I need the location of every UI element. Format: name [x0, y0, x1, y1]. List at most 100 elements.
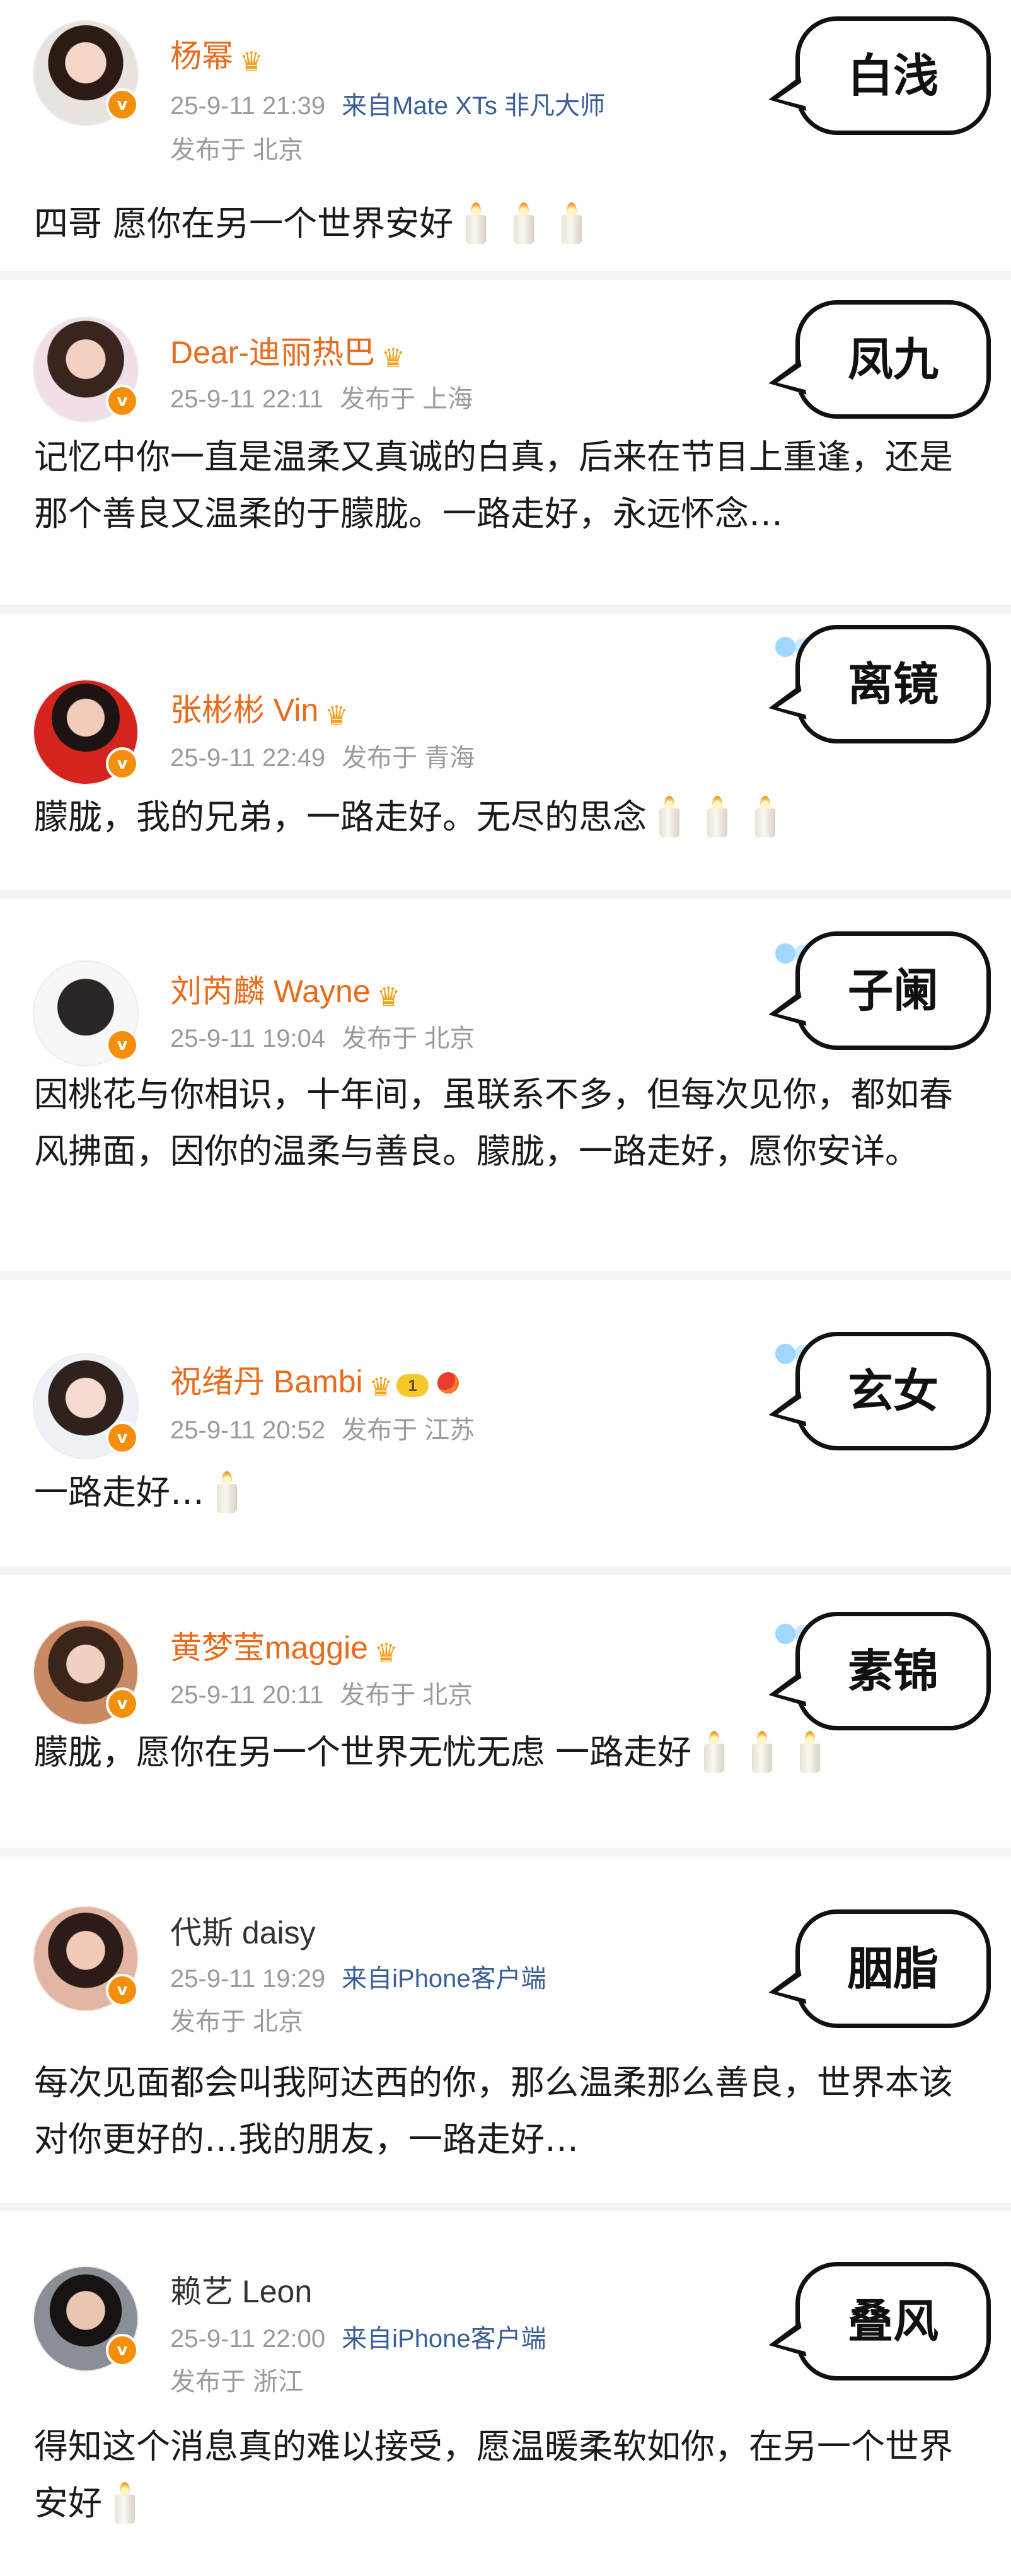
verified-badge-icon: v — [106, 747, 139, 780]
post-meta: 25-9-11 21:39 来自Mate XTs 非凡大师 — [170, 90, 605, 122]
comment-card: v 祝绪丹 Bambi ♛ 1 25-9-11 20:52 发布于 江苏 一路走好… 玄女 — [0, 1271, 1011, 1566]
author-name[interactable]: 黄梦莹maggie ♛ — [170, 1628, 398, 1673]
author-name[interactable]: 杨幂 ♛ — [170, 37, 263, 81]
candle-wax — [514, 215, 534, 244]
verified-badge-icon: v — [106, 1421, 139, 1454]
post-meta: 25-9-11 22:49 发布于 青海 — [170, 742, 475, 774]
author-name[interactable]: 代斯 daisy — [170, 1913, 316, 1952]
candle-wax — [800, 1744, 821, 1773]
comment-text-body: 四哥 愿你在另一个世界安好 — [34, 204, 454, 243]
verified-badge-icon: v — [106, 1029, 139, 1061]
vip-crown-icon: ♛ — [374, 1638, 398, 1668]
post-datetime: 25-9-11 22:00 — [170, 2325, 326, 2353]
candle-emoji-icon — [796, 1731, 824, 1773]
avatar[interactable]: v — [34, 1907, 139, 2010]
candle-emoji-icon — [510, 202, 538, 244]
author-name[interactable]: 刘芮麟 Wayne ♛ — [170, 972, 400, 1017]
verified-badge-icon: v — [106, 1687, 139, 1720]
candle-emoji-icon — [213, 1471, 241, 1513]
verified-badge-icon: v — [106, 2334, 139, 2367]
role-speech-bubble: 离镜 — [795, 625, 991, 743]
avatar[interactable]: v — [34, 962, 139, 1065]
author-name[interactable]: 赖艺 Leon — [170, 2272, 312, 2311]
author-name[interactable]: 祝绪丹 Bambi ♛ 1 — [170, 1362, 459, 1407]
comment-text-body: 朦胧，我的兄弟，一路走好。无尽的思念 — [34, 797, 647, 837]
vip-crown-icon: ♛ — [369, 1372, 393, 1402]
avatar[interactable]: v — [34, 1355, 139, 1458]
candle-wax — [659, 808, 679, 837]
avatar[interactable]: v — [34, 680, 139, 784]
comment-text-body: 朦胧，愿你在另一个世界无忧无虑 一路走好 — [34, 1732, 692, 1772]
post-datetime: 25-9-11 22:11 — [170, 385, 324, 413]
candle-emoji-icon — [656, 796, 683, 837]
post-source[interactable]: 来自Mate XTs 非凡大师 — [342, 92, 605, 120]
candle-wax — [115, 2495, 135, 2524]
candle-wax — [217, 1484, 237, 1513]
verified-badge-icon: v — [106, 88, 139, 121]
author-name-text[interactable]: 刘芮麟 Wayne — [170, 974, 371, 1009]
author-name-text[interactable]: 黄梦莹maggie — [170, 1630, 368, 1665]
avatar[interactable]: v — [34, 2267, 139, 2370]
role-speech-bubble: 玄女 — [795, 1332, 991, 1450]
post-location: 发布于 青海 — [342, 744, 475, 772]
comment-feed: v 杨幂 ♛ 25-9-11 21:39 来自Mate XTs 非凡大师 发布于 北京 四哥… — [0, 0, 1011, 2576]
role-speech-bubble: 子阑 — [795, 931, 991, 1050]
comment-text: 因桃花与你相识，十年间，虽联系不多，但每次见你，都如春风拂面，因你的温柔与善良。… — [34, 1066, 979, 1180]
candle-emoji-icon — [462, 202, 490, 244]
candle-flame — [567, 202, 577, 216]
author-name-text[interactable]: Dear-迪丽热巴 — [170, 335, 375, 370]
author-name-text[interactable]: 祝绪丹 Bambi — [170, 1364, 363, 1399]
candle-flame — [471, 202, 482, 216]
candle-wax — [752, 1744, 773, 1773]
author-name[interactable]: Dear-迪丽热巴 ♛ — [170, 333, 405, 378]
comment-card: v 杨幂 ♛ 25-9-11 21:39 来自Mate XTs 非凡大师发布于 北京四哥… — [0, 0, 1011, 271]
post-datetime: 25-9-11 21:39 — [170, 92, 326, 120]
comment-text: 记忆中你一直是温柔又真诚的白真，后来在节目上重逢，还是那个善良又温柔的于朦胧。一… — [34, 429, 979, 542]
candle-flame — [519, 202, 529, 216]
author-name-text[interactable]: 代斯 daisy — [170, 1915, 316, 1950]
candle-flame — [120, 2482, 130, 2496]
vip-crown-icon: ♛ — [376, 982, 401, 1011]
candle-wax — [755, 808, 775, 837]
author-name[interactable]: 张彬彬 Vin ♛ — [170, 691, 349, 735]
candle-emoji-icon — [751, 796, 779, 837]
fan-club-icon — [437, 1372, 459, 1394]
candle-flame — [222, 1471, 232, 1485]
post-meta: 25-9-11 20:11 发布于 北京 — [170, 1679, 473, 1711]
post-location: 发布于 北京 — [342, 1025, 475, 1052]
post-meta: 25-9-11 19:29 来自iPhone客户端 — [170, 1962, 546, 1995]
vip-crown-icon: ♛ — [240, 47, 263, 76]
comment-card: v Dear-迪丽热巴 ♛ 25-9-11 22:11 发布于 上海记忆中你一直是温柔又… — [0, 271, 1011, 605]
post-location: 发布于 北京 — [170, 136, 304, 164]
author-name-text[interactable]: 赖艺 Leon — [170, 2274, 312, 2309]
vip-crown-icon: ♛ — [381, 343, 405, 373]
candle-flame — [664, 796, 674, 810]
role-speech-bubble: 素锦 — [795, 1612, 991, 1730]
role-speech-bubble: 白浅 — [795, 16, 991, 135]
comment-card: v 张彬彬 Vin ♛ 25-9-11 22:49 发布于 青海朦胧，我的兄弟，一路走好… — [0, 605, 1011, 890]
post-location: 发布于 北京 — [340, 1681, 473, 1709]
avatar[interactable]: v — [34, 1621, 139, 1724]
author-name-text[interactable]: 杨幂 — [170, 38, 233, 74]
candle-flame — [709, 1731, 720, 1745]
comment-text: 得知这个消息真的难以接受，愿温暖柔软如你，在另一个世界安好 — [34, 2418, 979, 2532]
post-datetime: 25-9-11 20:11 — [170, 1681, 324, 1709]
author-name-text[interactable]: 张彬彬 Vin — [170, 692, 318, 728]
verified-badge-icon: v — [106, 385, 139, 417]
post-meta: 25-9-11 19:04 发布于 北京 — [170, 1022, 475, 1055]
candle-wax — [707, 808, 727, 837]
post-source[interactable]: 来自iPhone客户端 — [342, 2325, 546, 2353]
comment-card: v 赖艺 Leon 25-9-11 22:00 来自iPhone客户端 发布于 浙江 得知… — [0, 2203, 1011, 2576]
vip-crown-icon: ♛ — [325, 701, 349, 730]
candle-emoji-icon — [700, 1731, 728, 1773]
avatar[interactable]: v — [34, 318, 139, 421]
post-source[interactable]: 来自iPhone客户端 — [342, 1965, 546, 1993]
candle-emoji-icon — [111, 2482, 139, 2524]
role-speech-bubble: 叠风 — [795, 2262, 991, 2381]
avatar[interactable]: v — [34, 21, 139, 125]
post-meta: 25-9-11 20:52 发布于 江苏 — [170, 1414, 475, 1447]
fan-level-badge: 1 — [396, 1374, 429, 1397]
post-location: 发布于 江苏 — [342, 1416, 475, 1444]
post-location: 发布于 上海 — [340, 385, 473, 413]
role-speech-bubble: 凤九 — [795, 300, 991, 419]
